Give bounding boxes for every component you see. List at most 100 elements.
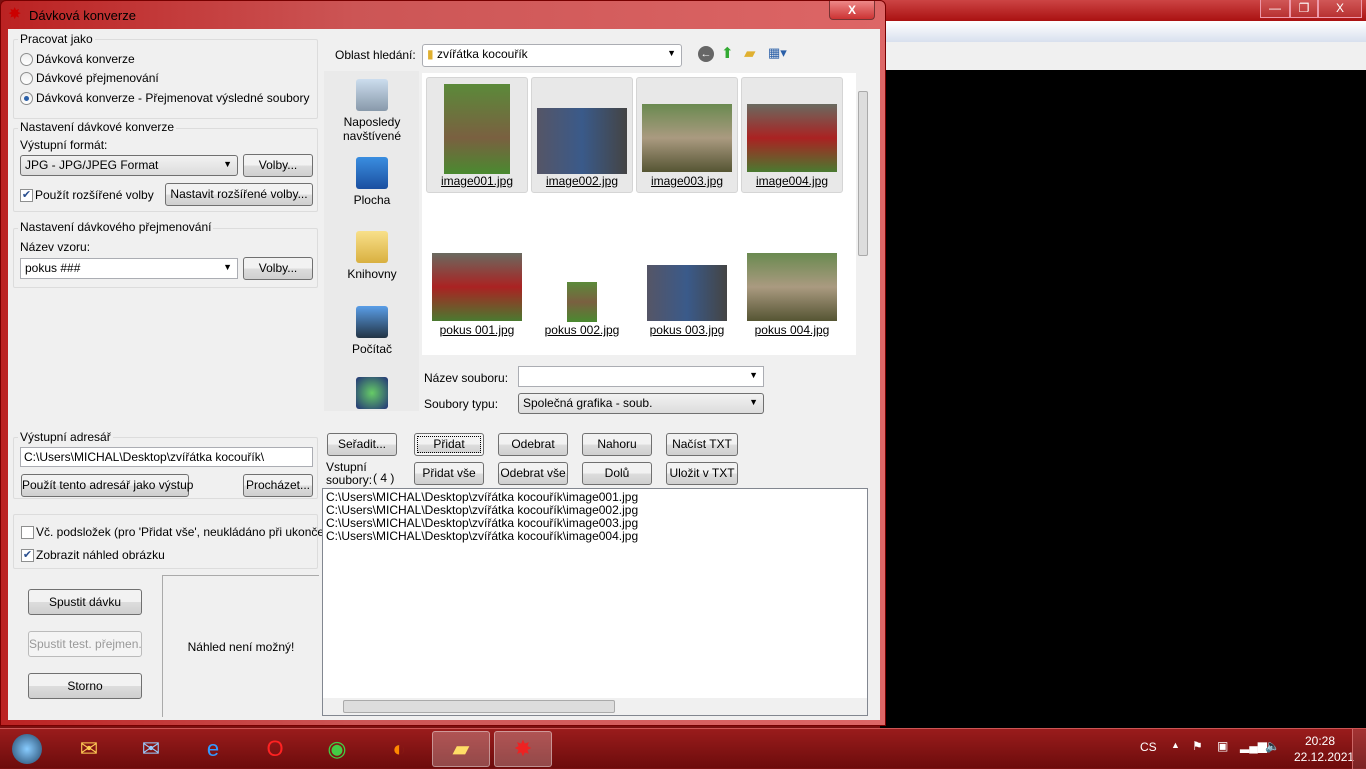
show-preview-label[interactable]: Zobrazit náhled obrázku	[36, 548, 165, 562]
chrome-icon[interactable]: ◉	[308, 731, 366, 767]
use-advanced-options-label[interactable]: Použít rozšířené volby	[35, 188, 154, 202]
back-icon[interactable]: ←	[698, 46, 714, 62]
remove-button[interactable]: Odebrat	[498, 433, 568, 456]
window-title: Dávková konverze	[29, 8, 136, 23]
language-indicator[interactable]: CS	[1140, 740, 1157, 754]
opera-icon[interactable]: O	[246, 731, 304, 767]
view-menu-icon[interactable]: ▦▾	[768, 45, 787, 61]
radio-batch-rename-label[interactable]: Dávkové přejmenování	[36, 71, 159, 85]
file-item[interactable]: pokus 004.jpg	[741, 225, 843, 341]
move-down-button[interactable]: Dolů	[582, 462, 652, 485]
radio-batch-rename[interactable]	[20, 72, 33, 85]
add-all-button[interactable]: Přidat vše	[414, 462, 484, 485]
chevron-down-icon: ▼	[223, 159, 232, 169]
file-item[interactable]: pokus 001.jpg	[426, 225, 528, 341]
test-rename-button: Spustit test. přejmen.	[28, 631, 142, 657]
mail-app-icon[interactable]: ✉	[60, 731, 118, 767]
thumbnail-image	[567, 282, 597, 322]
background-toolbar	[880, 42, 1366, 70]
browse-button[interactable]: Procházet...	[243, 474, 313, 497]
output-format-value: JPG - JPG/JPEG Format	[25, 158, 159, 172]
radio-batch-conversion[interactable]	[20, 53, 33, 66]
network-signal-icon[interactable]: ▂▄▆	[1240, 739, 1267, 753]
background-title-bar: — ❐ X	[880, 0, 1366, 21]
file-item[interactable]: image001.jpg	[426, 77, 528, 193]
close-button[interactable]: X	[829, 1, 875, 20]
show-preview-checkbox[interactable]: ✔	[21, 549, 34, 562]
output-directory-input[interactable]: C:\Users\MICHAL\Desktop\zvířátka kocouří…	[20, 447, 313, 467]
power-icon[interactable]: ▣	[1217, 739, 1228, 753]
thumbnail-image	[432, 253, 522, 321]
file-item[interactable]: pokus 003.jpg	[636, 225, 738, 341]
minimize-button[interactable]: —	[1260, 0, 1290, 18]
sort-button[interactable]: Seřadit...	[327, 433, 397, 456]
clock-time[interactable]: 20:28	[1305, 734, 1335, 748]
computer-icon	[356, 306, 388, 338]
input-files-count: ( 4 )	[373, 471, 395, 485]
output-format-select[interactable]: JPG - JPG/JPEG Format ▼	[20, 155, 238, 176]
scrollbar-thumb[interactable]	[343, 700, 615, 713]
filetype-select[interactable]: Společná grafika - soub. ▼	[518, 393, 764, 414]
firefox-icon[interactable]: ◐	[370, 731, 428, 767]
internet-explorer-icon[interactable]: e	[184, 731, 242, 767]
start-batch-button[interactable]: Spustit dávku	[28, 589, 142, 615]
add-button[interactable]: Přidat	[414, 433, 484, 456]
chevron-down-icon: ▼	[749, 370, 758, 380]
explorer-icon[interactable]: ▰	[432, 731, 490, 767]
format-options-button[interactable]: Volby...	[243, 154, 313, 177]
place-network[interactable]	[332, 377, 412, 413]
include-subfolders-checkbox[interactable]	[21, 526, 34, 539]
up-folder-icon[interactable]: ⬆	[721, 44, 734, 62]
filename-input[interactable]: ▼	[518, 366, 764, 387]
irfanview-icon[interactable]: ✸	[494, 731, 552, 767]
list-item[interactable]: C:\Users\MICHAL\Desktop\zvířátka kocouří…	[323, 530, 867, 543]
scrollbar-thumb[interactable]	[858, 91, 868, 256]
load-txt-button[interactable]: Načíst TXT	[666, 433, 738, 456]
maximize-button[interactable]: ❐	[1290, 0, 1318, 18]
use-directory-button[interactable]: Použít tento adresář jako výstup	[21, 474, 193, 497]
action-center-flag-icon[interactable]: ⚑	[1192, 739, 1203, 753]
place-recent[interactable]: Naposledy navštívené	[332, 79, 412, 143]
close-button[interactable]: X	[1318, 0, 1362, 18]
background-menu-bar	[880, 21, 1366, 42]
horizontal-scrollbar[interactable]	[323, 698, 867, 715]
folder-icon: ▮	[427, 47, 434, 61]
file-item[interactable]: image002.jpg	[531, 77, 633, 193]
file-name: pokus 001.jpg	[439, 323, 515, 337]
new-folder-icon[interactable]: ▰	[744, 44, 756, 62]
place-desktop[interactable]: Plocha	[332, 157, 412, 207]
place-libraries[interactable]: Knihovny	[332, 231, 412, 281]
file-item[interactable]: pokus 002.jpg	[531, 225, 633, 341]
show-hidden-icons-icon[interactable]: ▲	[1171, 740, 1180, 750]
place-computer[interactable]: Počítač	[332, 306, 412, 356]
clock-date[interactable]: 22.12.2021	[1294, 750, 1354, 764]
volume-icon[interactable]: 🔈	[1265, 739, 1280, 753]
file-item[interactable]: image003.jpg	[636, 77, 738, 193]
location-select[interactable]: ▮ zvířátka kocouřík ▼	[422, 44, 682, 67]
start-button[interactable]	[0, 731, 54, 767]
vertical-scrollbar[interactable]	[856, 73, 870, 355]
cancel-button[interactable]: Storno	[28, 673, 142, 699]
input-files-list[interactable]: C:\Users\MICHAL\Desktop\zvířátka kocouří…	[322, 488, 868, 716]
file-name: image004.jpg	[755, 174, 829, 188]
rename-options-button[interactable]: Volby...	[243, 257, 313, 280]
file-item[interactable]: image004.jpg	[741, 77, 843, 193]
thumbnail-image	[444, 84, 510, 174]
advanced-options-button[interactable]: Nastavit rozšířené volby...	[165, 183, 313, 206]
include-subfolders-label[interactable]: Vč. podsložek (pro 'Přidat vše', neuklád…	[36, 525, 338, 539]
radio-batch-conversion-label[interactable]: Dávková konverze	[36, 52, 135, 66]
network-icon	[356, 377, 388, 409]
remove-all-button[interactable]: Odebrat vše	[498, 462, 568, 485]
radio-convert-and-rename-label[interactable]: Dávková konverze - Přejmenovat výsledné …	[36, 91, 309, 105]
radio-convert-and-rename[interactable]	[20, 92, 33, 105]
file-name: pokus 002.jpg	[544, 323, 620, 337]
show-desktop-button[interactable]	[1352, 729, 1366, 769]
pattern-name-combo[interactable]: pokus ### ▼	[20, 258, 238, 279]
place-label: Plocha	[353, 193, 391, 207]
chevron-down-icon: ▼	[749, 397, 758, 407]
move-up-button[interactable]: Nahoru	[582, 433, 652, 456]
save-txt-button[interactable]: Uložit v TXT	[666, 462, 738, 485]
use-advanced-options-checkbox[interactable]: ✔	[20, 189, 33, 202]
filename-label: Název souboru:	[424, 371, 509, 385]
outlook-icon[interactable]: ✉	[122, 731, 180, 767]
